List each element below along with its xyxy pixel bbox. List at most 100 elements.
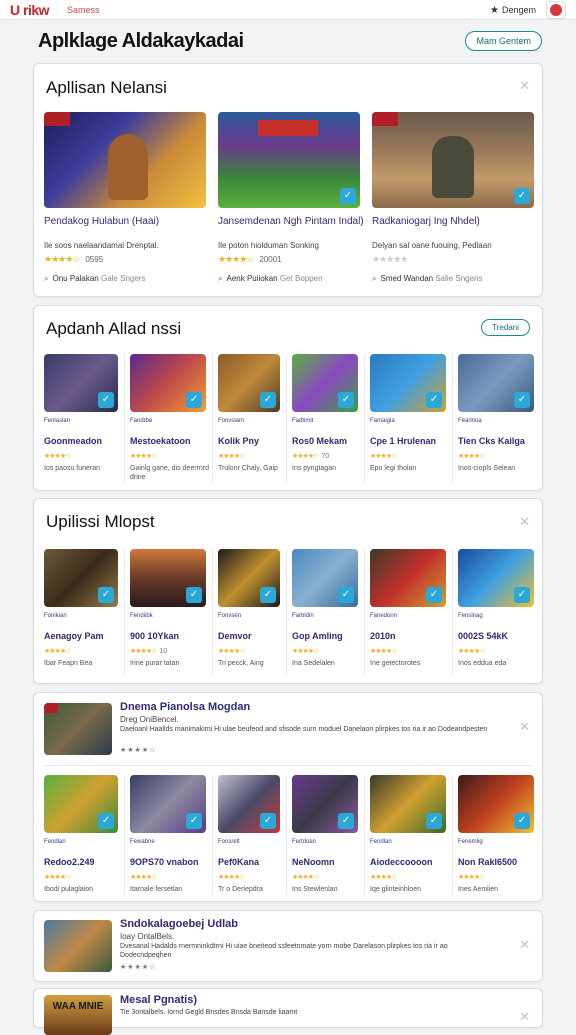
section-title: Upilissi Mlopst (46, 512, 155, 531)
app-logo[interactable]: U rikw (10, 2, 50, 18)
trend-button[interactable]: Tredani (481, 319, 530, 336)
page-title: Aplklage Aldakaykadai (38, 29, 244, 52)
app-title[interactable]: Non Rakl6500 (458, 857, 536, 867)
app-title[interactable]: Jansemdenan Ngh Pintam Indal) (218, 216, 378, 228)
character-figure (432, 136, 474, 198)
app-category: Fendlan (370, 839, 392, 845)
check-icon: ✓ (514, 188, 530, 204)
rating-stars: ★★★★☆ (370, 648, 397, 655)
app-link[interactable]: ⌕ Smed Wandan Salie Sngens (372, 274, 483, 284)
app-title[interactable]: Goonmeadon (44, 436, 122, 446)
app-title[interactable]: Redoo2.249 (44, 857, 122, 867)
sign-banner (258, 120, 318, 136)
feature-title[interactable]: Sndokalagoebej Udlab (120, 918, 238, 930)
app-category: Fanedonn (370, 613, 398, 619)
app-thumbnail[interactable]: ✓ (292, 354, 358, 412)
rating-stars: ★★★★☆ (370, 874, 397, 881)
feature-thumbnail[interactable] (44, 920, 112, 972)
app-link[interactable]: ⌕ Aenk Puiiokan Get Boppen (218, 274, 323, 284)
app-description: Trulonr Chaly, Gaip (218, 465, 278, 472)
header-button[interactable]: Mam Gentem (465, 31, 542, 51)
app-thumbnail[interactable]: ✓ (458, 549, 534, 607)
app-title[interactable]: 9OPS70 vnabon (130, 857, 208, 867)
divider (452, 775, 453, 895)
app-title[interactable]: Ros0 Mekam (292, 436, 370, 446)
close-icon[interactable]: ✕ (519, 78, 530, 94)
nav-link[interactable]: Samess (67, 5, 100, 15)
close-icon[interactable]: ✕ (519, 719, 530, 735)
app-title[interactable]: NeNoomn (292, 857, 370, 867)
app-title[interactable]: Cpe 1 Hrulenan (370, 436, 448, 446)
rating-stars: ★★★★☆ 70 (292, 453, 330, 460)
rating-count: 20001 (259, 255, 282, 264)
section-feature-grid: Dnema Pianolsa Mogdan Dreg OniBencel. Da… (33, 692, 543, 902)
app-title[interactable]: 0002S 54kK (458, 631, 536, 641)
app-thumbnail[interactable]: ✓ (370, 354, 446, 412)
app-thumbnail[interactable]: ✓ (458, 775, 534, 833)
app-thumbnail[interactable]: ✓ (370, 549, 446, 607)
app-thumbnail[interactable]: ✓ (218, 549, 280, 607)
close-icon[interactable]: ✕ (519, 514, 530, 530)
app-thumbnail[interactable]: ✓ (218, 112, 360, 208)
link-icon: ⌕ (372, 274, 377, 283)
link-icon: ⌕ (218, 274, 223, 283)
app-thumbnail[interactable] (44, 112, 206, 208)
divider (452, 354, 453, 484)
rating-stars: ★★★★☆ 20001 (218, 254, 282, 264)
app-category: Fandrbe (130, 418, 153, 424)
top-right: ★ Dengem (490, 1, 566, 19)
feature-thumbnail[interactable]: WAA MNIE (44, 995, 112, 1035)
rating-stars: ★★★★☆ (292, 648, 319, 655)
app-title[interactable]: 2010n (370, 631, 448, 641)
check-icon: ✓ (98, 392, 114, 408)
app-title[interactable]: Pendakog Hulabun (Haai) (44, 216, 204, 228)
app-title[interactable]: Pef0Kana (218, 857, 296, 867)
app-thumbnail[interactable]: ✓ (44, 549, 118, 607)
app-title[interactable]: 900 10Ykan (130, 631, 208, 641)
user-menu[interactable]: ★ Dengem (490, 5, 536, 16)
rating-stars: ★★★★☆ (458, 648, 485, 655)
section-feature: Sndokalagoebej Udlab Ioay OntalBels. Dve… (33, 910, 543, 982)
app-thumbnail[interactable]: ✓ (292, 775, 358, 833)
app-thumbnail[interactable]: ✓ (130, 775, 206, 833)
divider (364, 549, 365, 677)
feature-title[interactable]: Dnema Pianolsa Mogdan (120, 701, 250, 713)
app-thumbnail[interactable]: ✓ (218, 354, 280, 412)
close-icon[interactable]: ✕ (519, 937, 530, 953)
rating-stars: ★★★★★ (372, 254, 408, 264)
avatar[interactable] (546, 1, 566, 19)
app-description: Itarnale fersetlan (130, 886, 183, 893)
rating-stars: ★★★★☆ 0595 (44, 254, 104, 264)
app-title[interactable]: Radkaniogarj Ing Nhdel) (372, 216, 532, 228)
app-title[interactable]: Kolik Pny (218, 436, 296, 446)
app-description: Tr o Derlepdra (218, 886, 263, 893)
app-category: Farbldin (292, 613, 314, 619)
app-description: Inos-ciopls Selean (458, 465, 516, 472)
app-link[interactable]: ⌕ Onu Palakan Gale Sngers (44, 274, 145, 284)
app-category: Famaigla (370, 418, 395, 424)
app-title[interactable]: Aenagoy Pam (44, 631, 122, 641)
app-thumbnail[interactable]: ✓ (44, 354, 118, 412)
app-thumbnail[interactable]: ✓ (44, 775, 118, 833)
app-thumbnail[interactable]: ✓ (130, 549, 206, 607)
rating-stars: ★★★★☆ (370, 453, 397, 460)
app-thumbnail[interactable]: ✓ (218, 775, 280, 833)
app-title[interactable]: Demvor (218, 631, 296, 641)
app-thumbnail[interactable]: ✓ (130, 354, 206, 412)
app-thumbnail[interactable]: ✓ (372, 112, 534, 208)
check-icon: ✓ (338, 392, 354, 408)
app-thumbnail[interactable]: ✓ (458, 354, 534, 412)
app-title[interactable]: Aiodeccoooon (370, 857, 448, 867)
divider (286, 775, 287, 895)
rating-stars: ★★★★☆ (120, 964, 157, 971)
avatar-icon (550, 4, 562, 16)
app-title[interactable]: Tien Cks Kailga (458, 436, 536, 446)
app-thumbnail[interactable]: ✓ (370, 775, 446, 833)
top-bar: U rikw Samess ★ Dengem (0, 0, 576, 20)
app-title[interactable]: Gop Amling (292, 631, 370, 641)
app-thumbnail[interactable]: ✓ (292, 549, 358, 607)
close-icon[interactable]: ✕ (519, 1009, 530, 1025)
feature-title[interactable]: Mesal Pgnatis) (120, 994, 197, 1006)
app-title[interactable]: Mestoekatoon (130, 436, 208, 446)
feature-thumbnail[interactable] (44, 703, 112, 755)
